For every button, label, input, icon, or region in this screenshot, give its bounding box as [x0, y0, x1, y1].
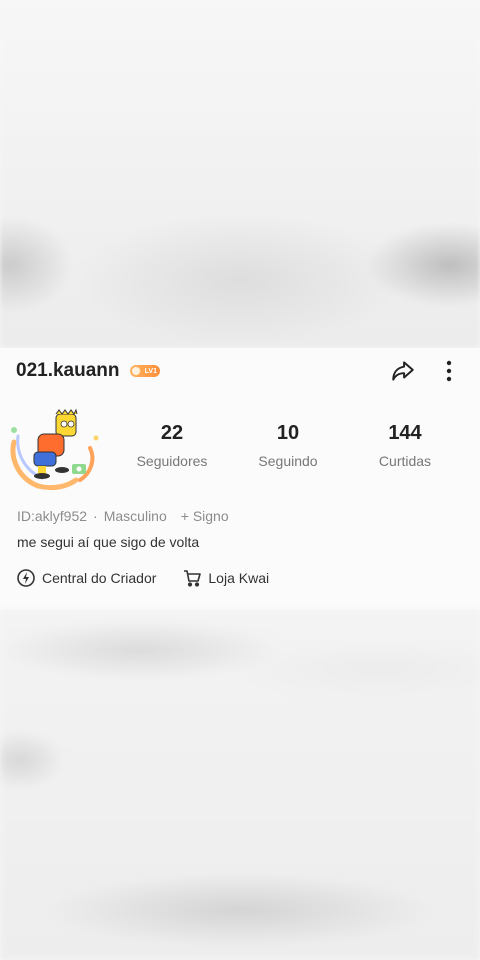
- profile-username: 021.kauann: [16, 360, 120, 381]
- user-gender: Masculino: [103, 508, 167, 524]
- creator-center-link[interactable]: Central do Criador: [16, 568, 156, 588]
- avatar-image: [10, 408, 99, 491]
- profile-bio: me segui aí que sigo de volta: [17, 534, 200, 550]
- lightning-icon: [17, 569, 35, 587]
- level-badge-icon: [131, 366, 141, 376]
- creator-center-label: Central do Criador: [42, 570, 157, 586]
- avatar[interactable]: [8, 408, 104, 492]
- stat-followers[interactable]: 22 Seguidores: [122, 422, 222, 469]
- add-sign-button[interactable]: + Signo: [181, 508, 229, 524]
- more-vertical-icon: [446, 360, 452, 382]
- stat-following[interactable]: 10 Seguindo: [238, 422, 338, 469]
- stat-likes[interactable]: 144 Curtidas: [355, 422, 455, 469]
- profile-card: 021.kauann LV1 22 Seguidores 10 Seguindo…: [0, 348, 480, 610]
- stat-following-value: 10: [276, 422, 300, 444]
- level-badge: LV1: [130, 365, 160, 377]
- kwai-shop-link[interactable]: Loja Kwai: [182, 568, 269, 588]
- user-id: ID:aklyf952: [17, 508, 88, 524]
- stat-followers-value: 22: [160, 422, 184, 444]
- cart-icon: [184, 570, 202, 587]
- stat-likes-value: 144: [388, 422, 422, 444]
- kwai-shop-label: Loja Kwai: [208, 570, 270, 586]
- profile-links: Central do Criador Loja Kwai: [16, 568, 295, 588]
- stat-followers-label: Seguidores: [136, 453, 208, 469]
- stat-following-label: Seguindo: [258, 453, 318, 469]
- share-button[interactable]: [388, 356, 418, 386]
- profile-screen: 021.kauann LV1 22 Seguidores 10 Seguindo…: [0, 0, 480, 960]
- profile-meta-row: ID:aklyf952 · Masculino + Signo: [17, 508, 229, 524]
- stat-likes-label: Curtidas: [378, 453, 432, 469]
- meta-separator: ·: [93, 508, 98, 524]
- more-options-button[interactable]: [436, 356, 462, 386]
- blurred-content-area: [0, 610, 480, 960]
- level-badge-label: LV1: [144, 367, 157, 375]
- profile-cover-image: [0, 0, 480, 348]
- share-icon: [392, 361, 414, 381]
